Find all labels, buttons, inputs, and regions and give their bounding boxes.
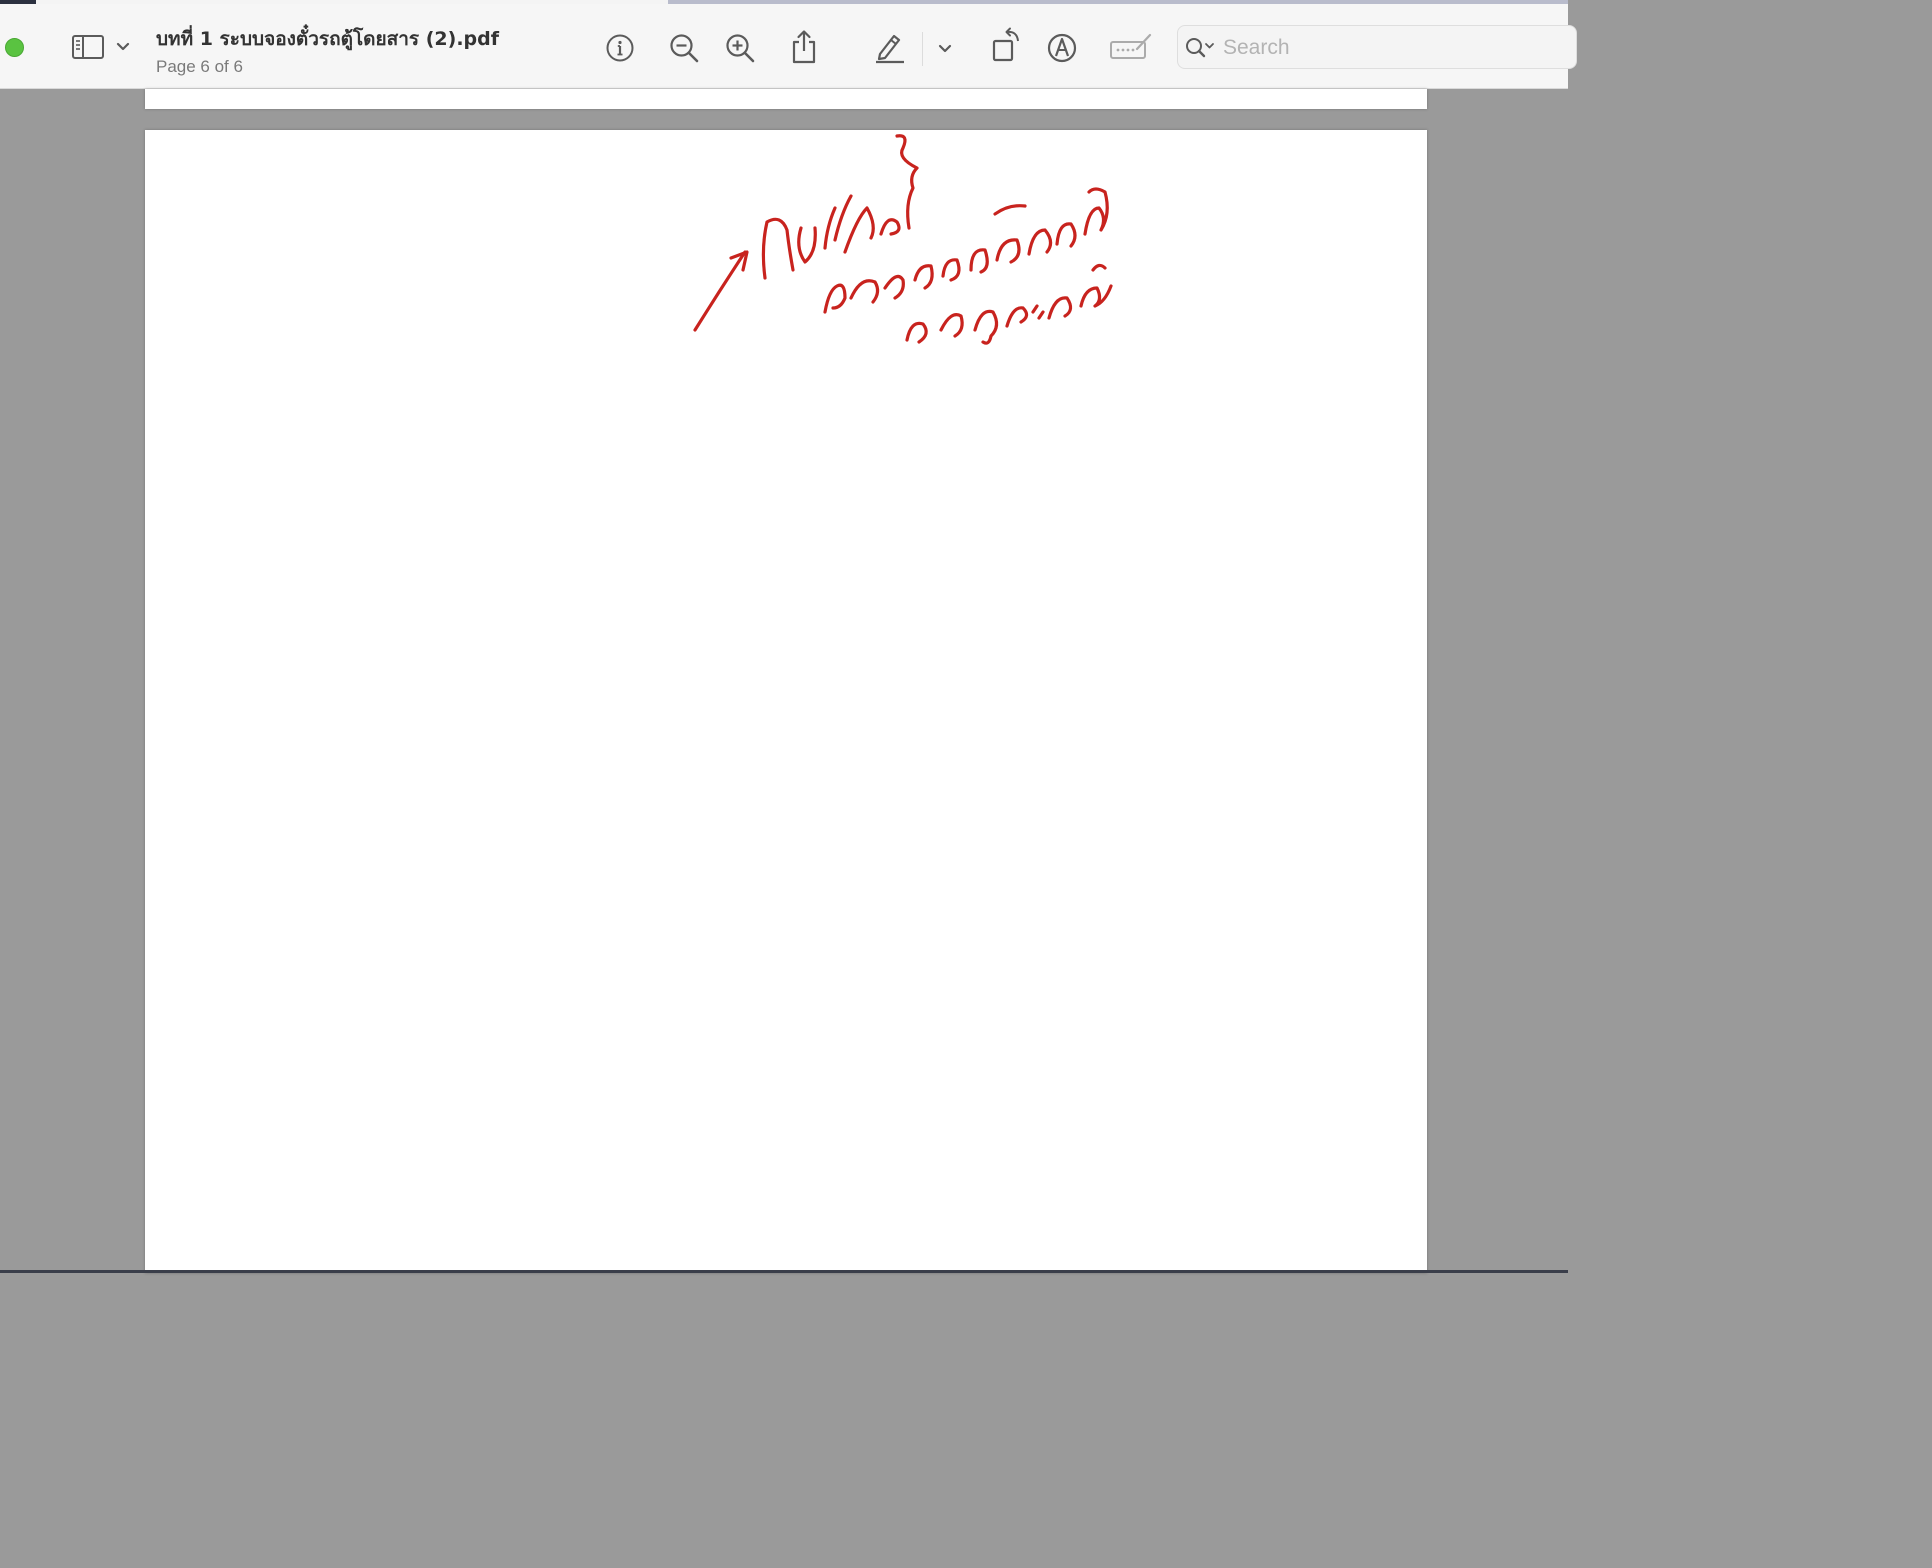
info-button[interactable] xyxy=(602,30,638,66)
zoom-out-icon xyxy=(670,34,699,63)
zoom-in-icon xyxy=(726,34,755,63)
page-indicator: Page 6 of 6 xyxy=(156,57,243,76)
form-fill-icon xyxy=(1110,33,1152,59)
markup-button[interactable] xyxy=(1044,30,1080,66)
toolbar-divider xyxy=(922,32,923,66)
highlight-pen-icon xyxy=(876,34,904,64)
rotate-button[interactable] xyxy=(986,26,1024,66)
rotate-icon xyxy=(992,27,1019,62)
zoom-out-button[interactable] xyxy=(666,30,702,66)
search-input[interactable] xyxy=(1221,32,1555,64)
share-button[interactable] xyxy=(786,28,822,66)
form-fill-button xyxy=(1108,30,1154,64)
window-control-green-button[interactable] xyxy=(5,38,24,57)
zoom-in-button[interactable] xyxy=(722,30,758,66)
previous-page-bottom xyxy=(145,89,1427,109)
markup-icon xyxy=(1047,33,1077,63)
sidebar-icon xyxy=(72,35,104,59)
chevron-down-icon xyxy=(938,44,952,53)
info-icon xyxy=(606,34,634,62)
sidebar-toggle-button[interactable] xyxy=(68,30,108,64)
share-icon xyxy=(792,30,816,64)
handwritten-annotation xyxy=(693,134,1113,345)
search-icon xyxy=(1186,38,1214,58)
sidebar-options-button[interactable] xyxy=(112,36,134,58)
bottom-edge xyxy=(0,1270,1568,1273)
chevron-down-icon xyxy=(116,42,130,51)
search-field[interactable] xyxy=(1177,25,1577,69)
highlight-button[interactable] xyxy=(870,28,908,66)
highlight-options-button[interactable] xyxy=(934,38,956,60)
toolbar: บทที่ 1 ระบบจองตั๋วรถตู้โดยสาร (2).pdf P… xyxy=(0,4,1577,89)
document-title: บทที่ 1 ระบบจองตั๋วรถตู้โดยสาร (2).pdf xyxy=(156,28,500,50)
pdf-page-6[interactable] xyxy=(145,130,1427,1273)
title-block: บทที่ 1 ระบบจองตั๋วรถตู้โดยสาร (2).pdf P… xyxy=(156,24,499,77)
